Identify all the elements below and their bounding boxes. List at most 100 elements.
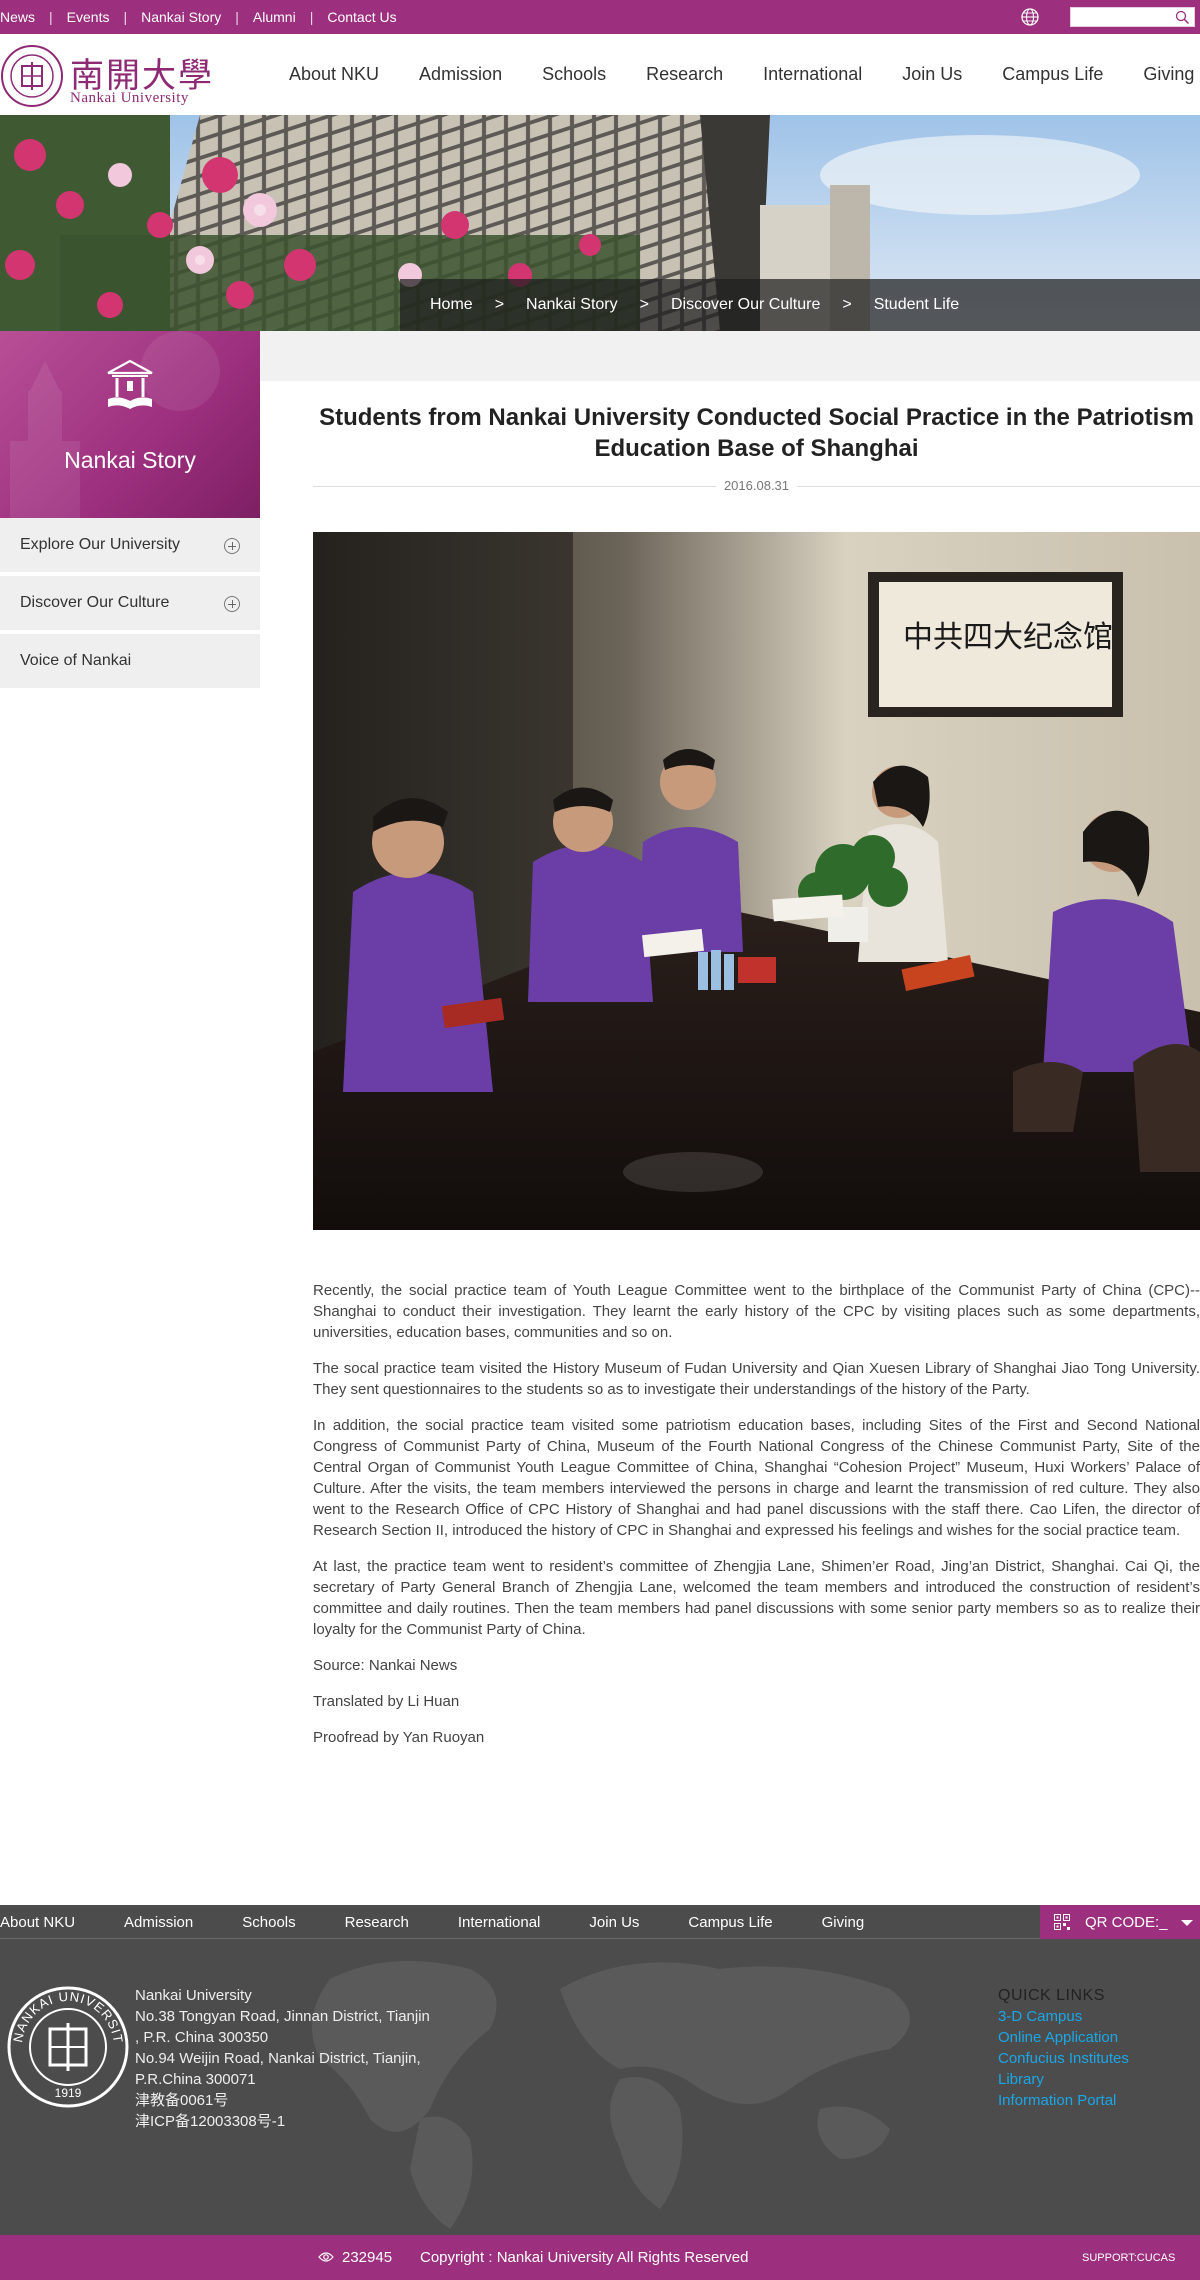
article-date: 2016.08.31 [715,478,798,493]
site-header: 南開大學 Nankai University About NKU Admissio… [0,34,1200,115]
article-paragraph: At last, the practice team went to resid… [313,1558,1200,1638]
article-translator: Translated by Li Huan [313,1693,460,1710]
separator: | [49,9,53,25]
nav-about-nku[interactable]: About NKU [289,64,379,84]
university-seal-icon [1,45,63,107]
sidebar-title: Nankai Story [64,447,196,473]
quick-link-information-portal[interactable]: Information Portal [998,2090,1129,2111]
seal-text: NANKAI UNIVERSITY [6,1985,126,2045]
seal-text-span: NANKAI UNIVERSITY [6,1985,126,2045]
university-seal-icon: NANKAI UNIVERSITY 1919 [6,1985,129,2108]
address-line: Nankai University [135,1987,252,2004]
nav-admission[interactable]: Admission [419,64,502,84]
footer-nav-international[interactable]: International [458,1914,541,1931]
breadcrumb-discover-our-culture[interactable]: Discover Our Culture [671,296,820,313]
hero-banner: Home > Nankai Story > Discover Our Culture > S… [0,115,1200,331]
expand-icon[interactable] [224,596,240,612]
qr-code-dropdown[interactable]: QR CODE:_ [1040,1905,1200,1939]
address-line: P.R.China 300071 [135,2071,256,2088]
article-paragraph: In addition, the social practice team vi… [313,1417,1200,1539]
address-line: 津教备0061号 [135,2092,229,2109]
search-icon[interactable] [1175,10,1190,25]
footer-nav-giving[interactable]: Giving [822,1914,865,1931]
breadcrumb-separator: > [639,296,649,313]
top-link-events[interactable]: Events [67,9,110,25]
breadcrumb-home[interactable]: Home [430,296,473,313]
footer-nav-research[interactable]: Research [345,1914,409,1931]
book-building-icon [107,359,153,409]
seal-year: 1919 [55,2086,82,2100]
article-source: Source: Nankai News [313,1657,458,1674]
copyright-bar: 232945 Copyright : Nankai University All… [0,2235,1200,2280]
footer-address: Nankai University No.38 Tongyan Road, Ji… [135,1985,465,2132]
chevron-down-icon [1181,1920,1193,1926]
support-link[interactable]: SUPPORT:CUCAS [1082,2252,1175,2264]
logo-english-name: Nankai University [70,90,189,106]
footer-nav-admission[interactable]: Admission [124,1914,193,1931]
article-paragraph: Recently, the social practice team of Yo… [313,1282,1200,1341]
address-line: No.38 Tongyan Road, Jinnan District, Tia… [135,2008,430,2025]
article-title: Students from Nankai University Conducte… [319,404,1194,462]
content-header-strip [260,331,1200,381]
top-links: News | Events | Nankai Story | Alumni | Contact … [0,9,397,25]
sidebar-item-label: Voice of Nankai [20,652,132,669]
article-date-wrap: 2016.08.31 [313,478,1200,493]
top-link-contact-us[interactable]: Contact Us [327,9,396,25]
nav-schools[interactable]: Schools [542,64,606,84]
nav-giving[interactable]: Giving [1143,64,1194,84]
visit-counter: 232945 [342,2249,393,2266]
address-line: 津ICP备12003308号-1 [135,2113,286,2130]
article-body: Recently, the social practice team of Yo… [313,1280,1200,1763]
wall-calligraphy: 中共四大纪念馆 [903,620,1113,655]
eye-icon [318,2252,334,2262]
nav-research[interactable]: Research [646,64,723,84]
footer-nav-campus-life[interactable]: Campus Life [688,1914,772,1931]
separator: | [235,9,239,25]
nav-join-us[interactable]: Join Us [902,64,962,84]
nav-campus-life[interactable]: Campus Life [1002,64,1103,84]
sidebar-item-label: Discover Our Culture [20,594,170,611]
article-proofreader: Proofread by Yan Ruoyan [313,1729,485,1746]
quick-link-confucius-institutes[interactable]: Confucius Institutes [998,2048,1129,2069]
nankai-logo[interactable]: 南開大學 Nankai University [0,44,215,108]
qr-code-label: QR CODE:_ [1085,1914,1168,1931]
address-line: No.94 Weijin Road, Nankai District, Tian… [135,2050,421,2067]
sidebar-item-voice-of-nankai[interactable]: Voice of Nankai [0,634,260,690]
breadcrumb-student-life[interactable]: Student Life [874,296,959,313]
breadcrumb: Home > Nankai Story > Discover Our Culture > S… [400,279,1200,331]
meeting-photo: 中共四大纪念馆 [313,532,1200,1230]
globe-icon[interactable] [1019,6,1041,28]
breadcrumb-separator: > [494,296,505,313]
quick-links: QUICK LINKS 3-D Campus Online Applicatio… [998,1985,1129,2111]
nav-international[interactable]: International [763,64,862,84]
site-footer: About NKU Admission Schools Research Interna… [0,1905,1200,2235]
address-line: , P.R. China 300350 [135,2029,269,2046]
top-bar: News | Events | Nankai Story | Alumni | Contact … [0,0,1200,34]
separator: | [309,9,314,25]
top-link-news[interactable]: News [0,9,35,25]
footer-nav-join-us[interactable]: Join Us [589,1914,639,1931]
article-paragraph: The socal practice team visited the Hist… [313,1360,1200,1398]
footer-nav-schools[interactable]: Schools [242,1914,295,1931]
search-input[interactable] [1070,7,1195,27]
separator: | [123,9,128,25]
quick-links-title: QUICK LINKS [998,1987,1105,2004]
sidebar-item-label: Explore Our University [20,536,181,553]
top-link-alumni[interactable]: Alumni [253,9,296,25]
breadcrumb-separator: > [842,296,852,313]
sidebar-header: Nankai Story [0,331,260,518]
quick-link-3d-campus[interactable]: 3-D Campus [998,2006,1129,2027]
qr-code-icon [1054,1914,1070,1930]
sidebar-item-explore-our-university[interactable]: Explore Our University [0,518,260,574]
footer-nav-about-nku[interactable]: About NKU [0,1914,75,1931]
sidebar-item-discover-our-culture[interactable]: Discover Our Culture [0,576,260,632]
top-link-nankai-story[interactable]: Nankai Story [141,9,221,25]
footer-nav: About NKU Admission Schools Research Interna… [0,1905,1200,1939]
main-nav: About NKU Admission Schools Research Interna… [289,64,1200,85]
quick-link-online-application[interactable]: Online Application [998,2027,1129,2048]
breadcrumb-nankai-story[interactable]: Nankai Story [526,296,618,313]
copyright-text: Copyright : Nankai University All Rights… [420,2249,749,2266]
article-photo: 中共四大纪念馆 [313,532,1200,1230]
quick-link-library[interactable]: Library [998,2069,1129,2090]
expand-icon[interactable] [224,538,240,554]
